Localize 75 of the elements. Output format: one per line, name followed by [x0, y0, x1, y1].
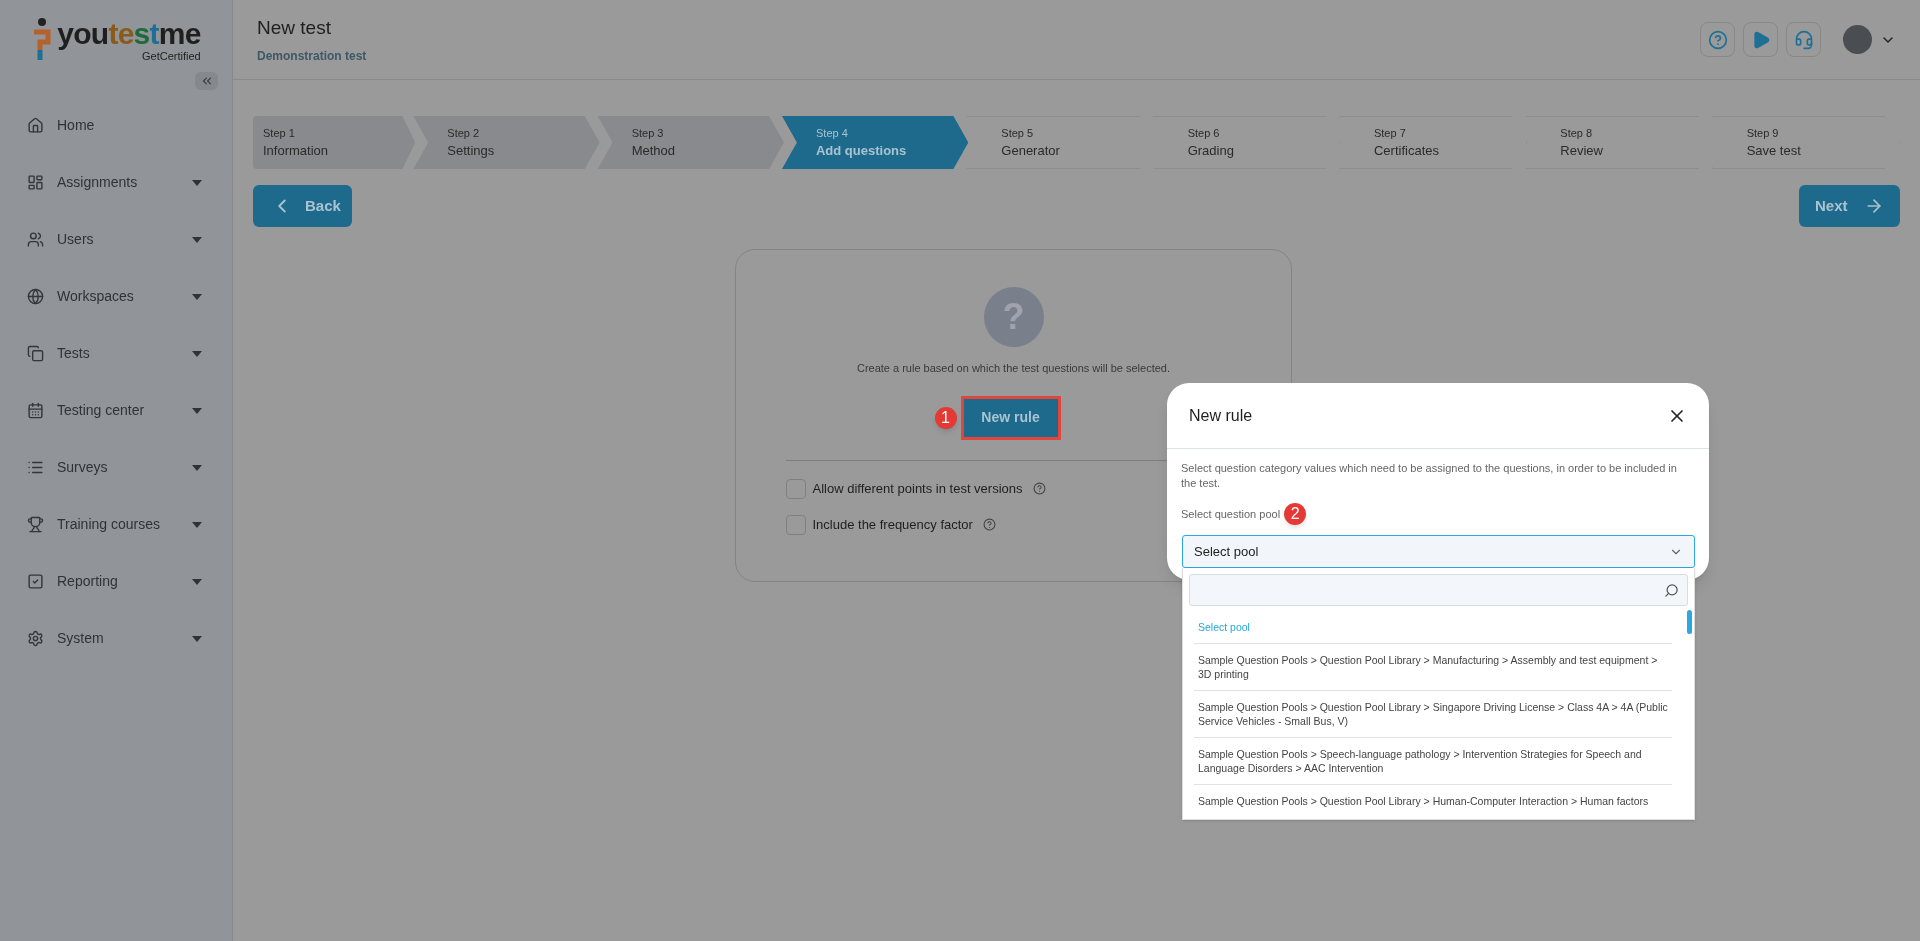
new-rule-button[interactable]: New rule	[960, 395, 1061, 440]
settings-icon	[27, 630, 44, 647]
scrollbar[interactable]	[1687, 610, 1692, 634]
dashboard-icon	[27, 174, 44, 191]
calendar-icon	[27, 402, 44, 419]
pool-option[interactable]: Sample Question Pools > Question Pool Library > Human-Computer Interaction > Human factors	[1194, 785, 1672, 817]
wizard-step[interactable]: Step 1 Information	[253, 116, 416, 169]
checkbox[interactable]	[785, 514, 806, 535]
wizard-step[interactable]: Step 5 Generator	[966, 116, 1155, 169]
sidebar-item[interactable]: Testing center	[0, 382, 232, 439]
caret-icon	[192, 464, 202, 471]
wizard-step[interactable]: Step 2 Settings	[413, 116, 600, 169]
search-field[interactable]	[1189, 574, 1688, 606]
brand-name: youtestme	[57, 18, 201, 49]
home-icon	[27, 117, 44, 134]
caret-icon	[192, 293, 202, 300]
checkbox-label: Include the frequency factor	[812, 515, 973, 534]
next-button[interactable]: Next	[1799, 185, 1900, 227]
wizard-step[interactable]: Step 9 Save test	[1711, 116, 1900, 169]
list-icon	[27, 459, 44, 476]
wizard-step[interactable]: Step 8 Review	[1525, 116, 1714, 169]
sidebar-item[interactable]: Users	[0, 211, 232, 268]
help-icon	[1032, 482, 1046, 495]
copy-icon	[27, 345, 44, 362]
help-icon	[982, 518, 996, 531]
trophy-icon	[27, 516, 44, 533]
logo-icon	[31, 18, 54, 62]
caret-icon	[192, 179, 202, 186]
help-icon	[1707, 29, 1728, 50]
headset-button[interactable]	[1786, 22, 1821, 57]
caret-icon	[192, 350, 202, 357]
caret-icon	[192, 236, 202, 243]
page-title: New test	[257, 16, 332, 41]
caret-icon	[192, 521, 202, 528]
sidebar-item[interactable]: Assignments	[0, 154, 232, 211]
page-subtitle: Demonstration test	[257, 47, 368, 65]
wizard-step[interactable]: Step 3 Method	[597, 116, 784, 169]
globe-icon	[27, 288, 44, 305]
users-icon	[27, 231, 44, 248]
caret-icon	[192, 578, 202, 585]
pool-option[interactable]: Select pool	[1194, 611, 1672, 644]
checkbox[interactable]	[785, 478, 806, 499]
annotation-marker: 1	[934, 406, 957, 429]
field-label: Select question pool	[1181, 506, 1281, 522]
annotation-marker: 2	[1284, 503, 1307, 525]
pool-option[interactable]: Sample Question Pools > Speech-language pathology > Intervention Strategies for Speech and Language Disorders > AAC Intervention	[1194, 738, 1672, 785]
dialog-title: New rule	[1189, 405, 1253, 426]
rule-hint: Create a rule based on which the test questions will be selected.	[856, 361, 1171, 376]
wizard-step[interactable]: Step 4 Add questions	[782, 116, 969, 169]
sidebar-item[interactable]: System	[0, 610, 232, 667]
collapse-button[interactable]	[195, 72, 218, 90]
dialog-description: Select question category values which need to be assigned to the questions, in order to be included in the test.	[1181, 461, 1678, 491]
question-mark-icon: ?	[983, 287, 1044, 347]
pool-option[interactable]: Sample Question Pools > Question Pool Library > Singapore Driving License > Class 4A > 4A (Public Service Vehicles - Small Bus, V)	[1194, 691, 1672, 738]
sidebar-item[interactable]: Reporting	[0, 553, 232, 610]
sidebar-item[interactable]: Training courses	[0, 496, 232, 553]
sidebar-item[interactable]: Tests	[0, 325, 232, 382]
headset-icon	[1793, 29, 1814, 50]
play-button[interactable]	[1743, 22, 1778, 57]
caret-icon	[192, 407, 202, 414]
checkbox-icon	[27, 573, 44, 590]
sidebar-item[interactable]: Surveys	[0, 439, 232, 496]
brand-tagline: GetCertified	[141, 50, 201, 62]
help-button[interactable]	[1700, 22, 1735, 57]
wizard-step[interactable]: Step 7 Certificates	[1338, 116, 1528, 169]
pool-option[interactable]: Sample Question Pools > Question Pool Library > Manufacturing > Assembly and test equipment > 3D printing	[1194, 644, 1672, 691]
back-button[interactable]: Back	[253, 185, 352, 227]
avatar[interactable]	[1843, 25, 1872, 54]
sidebar-item[interactable]: Workspaces	[0, 268, 232, 325]
wizard-step[interactable]: Step 6 Grading	[1152, 116, 1341, 169]
sidebar-item[interactable]: Home	[0, 97, 232, 154]
pool-select[interactable]: Select pool	[1182, 535, 1695, 568]
caret-icon	[192, 635, 202, 642]
search-icon	[1664, 582, 1679, 598]
checkbox-label: Allow different points in test versions	[812, 479, 1023, 498]
